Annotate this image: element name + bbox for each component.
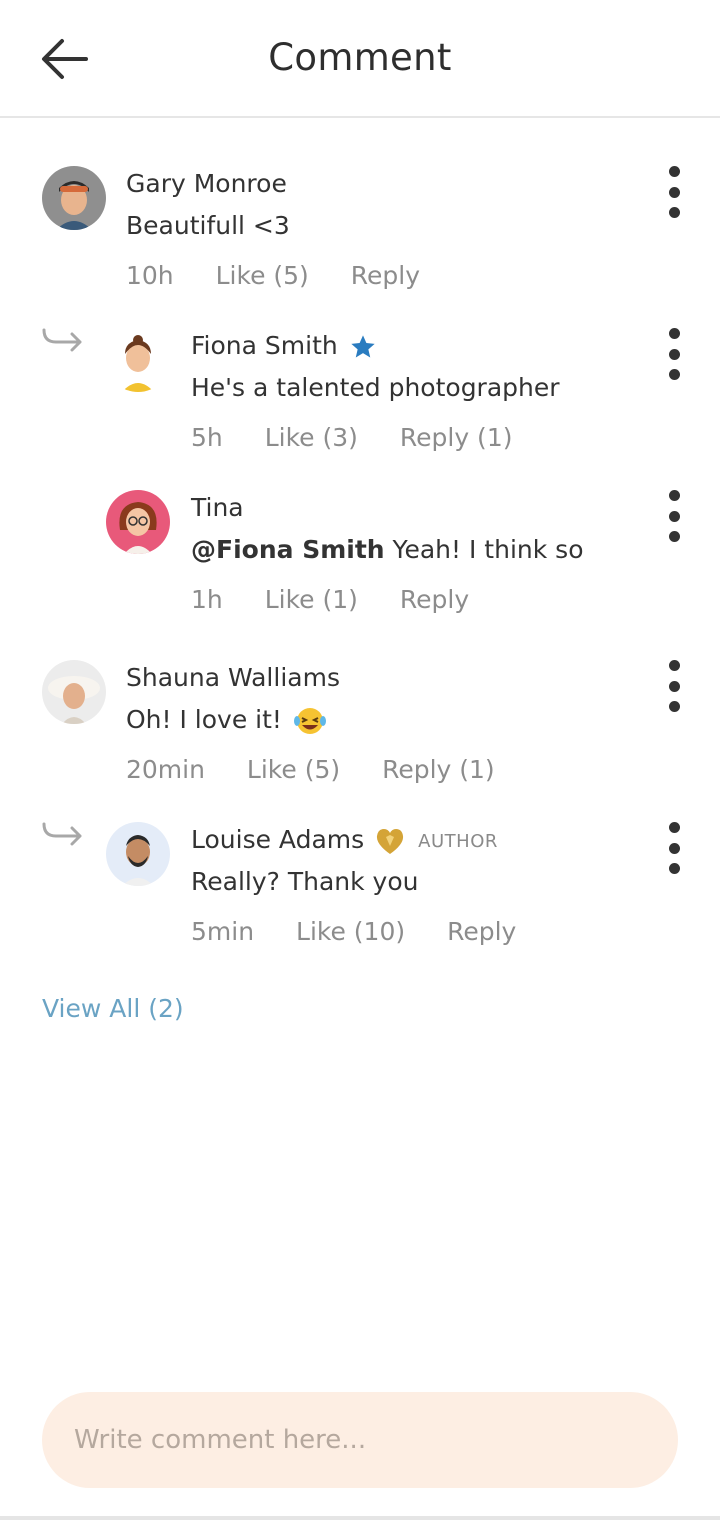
like-button[interactable]: Like (3) (265, 423, 358, 452)
comment-text-body: Yeah! I think so (384, 535, 584, 564)
comment-time: 1h (191, 585, 223, 614)
more-options-icon[interactable] (662, 660, 686, 712)
comment-meta: 20min Like (5) Reply (1) (126, 755, 529, 784)
author-tag: AUTHOR (418, 830, 498, 852)
avatar[interactable] (42, 660, 106, 724)
comment-meta: 1h Like (1) Reply (191, 585, 503, 614)
comment-meta: 10h Like (5) Reply (126, 261, 454, 290)
like-button[interactable]: Like (5) (247, 755, 340, 784)
more-options-icon[interactable] (662, 822, 686, 874)
avatar[interactable] (106, 490, 170, 554)
comment-time: 10h (126, 261, 174, 290)
more-options-icon[interactable] (662, 490, 686, 542)
comment-text: Oh! I love it! (126, 705, 328, 736)
like-button[interactable]: Like (5) (216, 261, 309, 290)
more-options-icon[interactable] (662, 166, 686, 218)
comment-author[interactable]: Gary Monroe (126, 169, 287, 198)
like-button[interactable]: Like (1) (265, 585, 358, 614)
star-icon (351, 335, 375, 358)
bottom-divider (0, 1516, 720, 1520)
comment-text: @Fiona Smith Yeah! I think so (191, 535, 584, 564)
author-name: Louise Adams (191, 825, 365, 854)
reply-button[interactable]: Reply (351, 261, 420, 290)
comment-time: 5h (191, 423, 223, 452)
comment-text: He's a talented photographer (191, 373, 560, 402)
comment-input-container (42, 1392, 678, 1488)
more-options-icon[interactable] (662, 328, 686, 380)
page-title: Comment (268, 36, 452, 79)
comment-author[interactable]: Shauna Walliams (126, 663, 340, 692)
like-button[interactable]: Like (10) (296, 917, 405, 946)
laughing-emoji-icon (293, 708, 326, 734)
avatar[interactable] (106, 328, 170, 392)
comment-time: 5min (191, 917, 255, 946)
comment-text: Really? Thank you (191, 867, 419, 896)
app-header: Comment (0, 0, 720, 118)
reply-button[interactable]: Reply (400, 585, 469, 614)
reply-arrow-icon (42, 822, 82, 846)
comment-author[interactable]: Fiona Smith (191, 331, 378, 361)
reply-arrow-icon (42, 328, 82, 352)
reply-button[interactable]: Reply (447, 917, 516, 946)
comment-text: Beautifull <3 (126, 211, 290, 240)
comment-author[interactable]: Louise Adams AUTHOR (191, 825, 498, 856)
comment-meta: 5min Like (10) Reply (191, 917, 550, 946)
gold-heart-icon (377, 829, 404, 854)
reply-button[interactable]: Reply (1) (400, 423, 513, 452)
author-name: Fiona Smith (191, 331, 338, 360)
avatar[interactable] (106, 822, 170, 886)
comment-time: 20min (126, 755, 205, 784)
reply-button[interactable]: Reply (1) (382, 755, 495, 784)
view-all-link[interactable]: View All (2) (42, 994, 184, 1023)
mention-link[interactable]: @Fiona Smith (191, 535, 385, 564)
comment-text-body: Oh! I love it! (126, 705, 282, 734)
comment-author[interactable]: Tina (191, 493, 244, 522)
avatar[interactable] (42, 166, 106, 230)
comment-meta: 5h Like (3) Reply (1) (191, 423, 546, 452)
comment-input[interactable] (74, 1416, 634, 1464)
